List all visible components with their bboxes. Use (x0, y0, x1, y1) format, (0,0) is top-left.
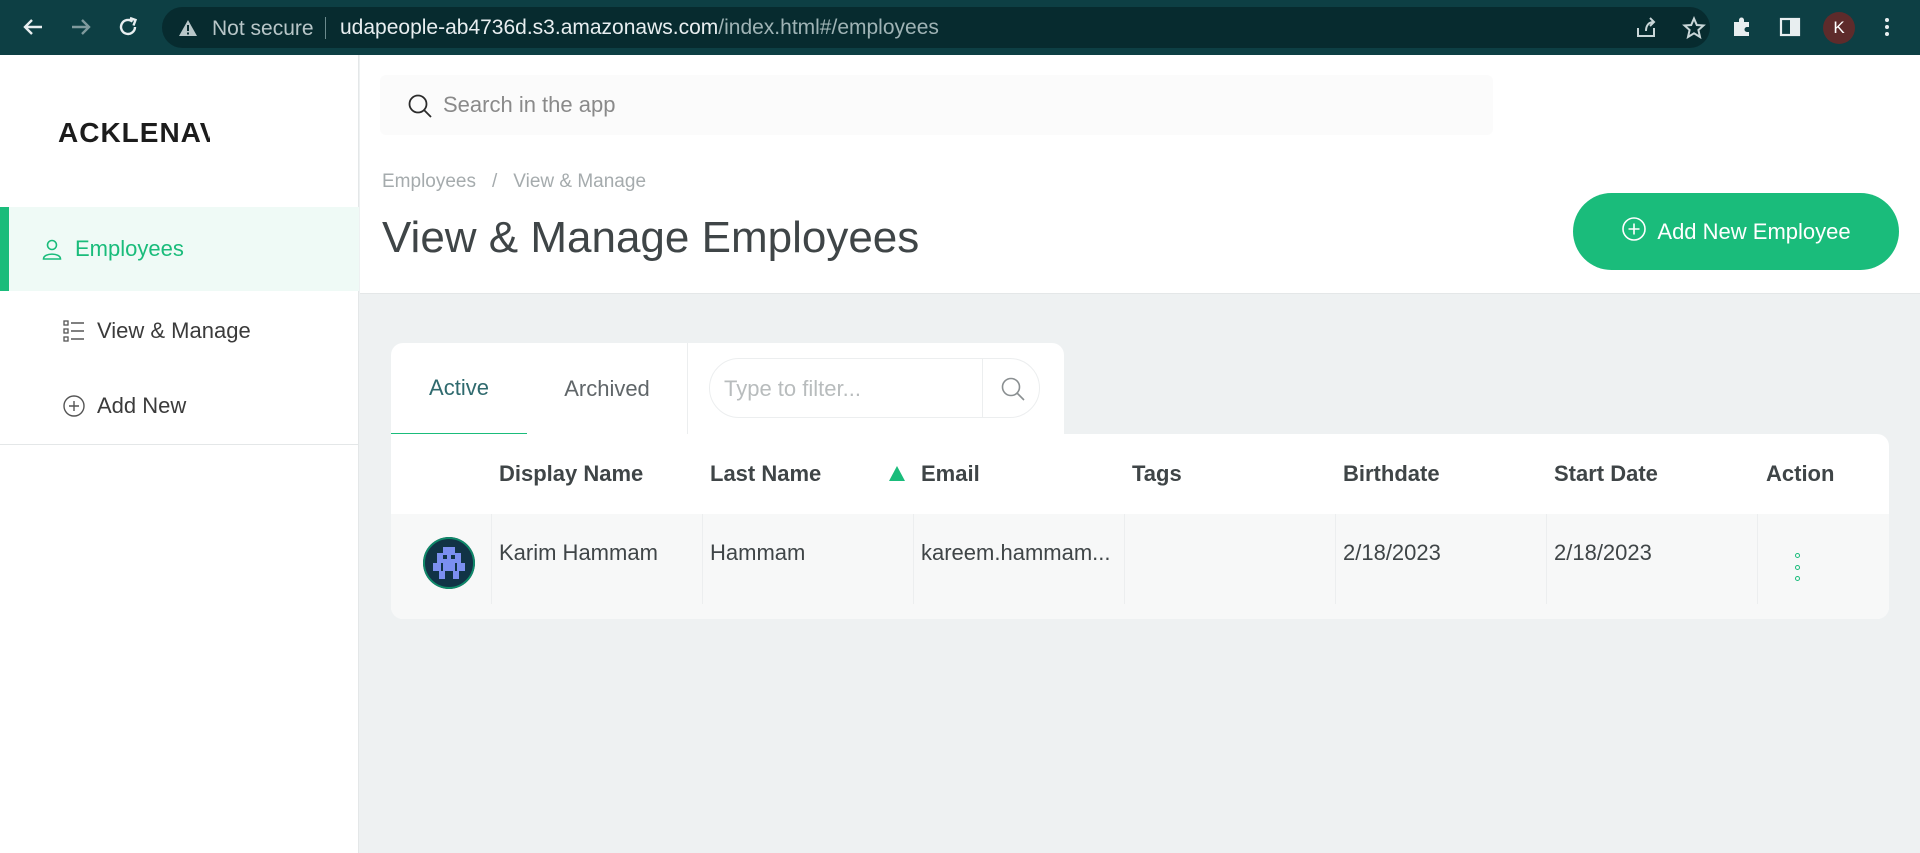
forward-icon[interactable] (66, 12, 96, 42)
filter-input[interactable] (724, 369, 984, 409)
breadcrumb: Employees / View & Manage (382, 171, 646, 193)
column-header-email[interactable]: Email (921, 461, 980, 487)
sidebar-item-add-new[interactable]: Add New (0, 364, 359, 448)
column-header-start-date[interactable]: Start Date (1554, 461, 1658, 487)
plus-circle-icon (61, 393, 87, 419)
sidebar: ACKLENAVENUE Employees View & Manage Add… (0, 55, 359, 853)
cell-divider (1124, 514, 1125, 604)
tab-active[interactable]: Active (391, 343, 527, 435)
app-search (380, 75, 1493, 135)
reload-icon[interactable] (113, 12, 143, 42)
search-input[interactable] (443, 85, 1443, 125)
column-header-birthdate[interactable]: Birthdate (1343, 461, 1440, 487)
tabs-divider (687, 343, 688, 435)
add-button-label: Add New Employee (1657, 218, 1851, 244)
cell-start-date: 2/18/2023 (1554, 540, 1652, 565)
search-icon (407, 93, 433, 124)
sidebar-item-view-manage[interactable]: View & Manage (0, 289, 359, 373)
sort-ascending-icon[interactable] (889, 466, 905, 481)
plus-circle-icon (1621, 216, 1647, 248)
column-header-display-name[interactable]: Display Name (499, 461, 643, 487)
tabs-panel: Active Archived (391, 343, 1064, 435)
user-icon (39, 236, 65, 262)
security-label[interactable]: Not secure (212, 17, 314, 41)
filter-box (709, 358, 1040, 418)
breadcrumb-employees[interactable]: Employees (382, 171, 476, 192)
address-divider (325, 17, 326, 39)
profile-avatar[interactable]: K (1823, 12, 1855, 44)
breadcrumb-separator: / (492, 171, 498, 192)
logo[interactable]: ACKLENAVENUE (58, 117, 210, 151)
column-header-last-name[interactable]: Last Name (710, 461, 821, 487)
cell-divider (1757, 514, 1758, 604)
cell-birthdate: 2/18/2023 (1343, 540, 1441, 565)
cell-divider (491, 514, 492, 604)
breadcrumb-view-manage: View & Manage (513, 171, 647, 192)
add-new-employee-button[interactable]: Add New Employee (1573, 193, 1899, 270)
cell-divider (1335, 514, 1336, 604)
top-bar (360, 55, 1920, 159)
browser-menu-icon[interactable] (1872, 12, 1902, 42)
employees-table: Display Name Last Name Email Tags Birthd… (391, 434, 1889, 619)
list-icon (61, 318, 87, 344)
warning-icon (178, 18, 198, 43)
column-header-action: Action (1766, 461, 1835, 486)
browser-toolbar: Not secure udapeople-ab4736d.s3.amazonaw… (0, 0, 1920, 55)
cell-divider (1546, 514, 1547, 604)
share-icon[interactable] (1634, 16, 1658, 40)
side-panel-icon[interactable] (1775, 12, 1805, 42)
sidebar-item-label: Employees (75, 236, 184, 261)
back-icon[interactable] (18, 12, 48, 42)
sidebar-item-label: Add New (97, 393, 187, 418)
extensions-icon[interactable] (1727, 12, 1757, 42)
avatar (423, 537, 475, 589)
url-text[interactable]: udapeople-ab4736d.s3.amazonaws.com/index… (340, 16, 939, 40)
cell-display-name: Karim Hammam (499, 540, 658, 565)
search-icon[interactable] (1000, 376, 1026, 407)
star-icon[interactable] (1682, 15, 1706, 40)
sidebar-divider (0, 444, 359, 445)
sidebar-item-label: View & Manage (97, 318, 251, 343)
url-path: /index.html#/employees (718, 16, 939, 39)
cell-last-name: Hammam (710, 540, 806, 565)
tab-archived[interactable]: Archived (527, 343, 687, 435)
column-header-tags[interactable]: Tags (1132, 461, 1182, 487)
cell-divider (913, 514, 914, 604)
cell-email: kareem.hammam... (921, 540, 1111, 565)
sidebar-item-employees[interactable]: Employees (0, 207, 359, 291)
filter-divider (982, 359, 983, 417)
table-row[interactable]: Karim Hammam Hammam kareem.hammam... 2/1… (391, 514, 1889, 619)
url-host: udapeople-ab4736d.s3.amazonaws.com (340, 16, 719, 39)
page-title: View & Manage Employees (382, 213, 920, 262)
address-bar[interactable]: Not secure udapeople-ab4736d.s3.amazonaw… (162, 7, 1710, 48)
row-actions-icon[interactable] (1789, 553, 1805, 581)
page-header: Employees / View & Manage View & Manage Em… (360, 159, 1920, 294)
cell-divider (702, 514, 703, 604)
